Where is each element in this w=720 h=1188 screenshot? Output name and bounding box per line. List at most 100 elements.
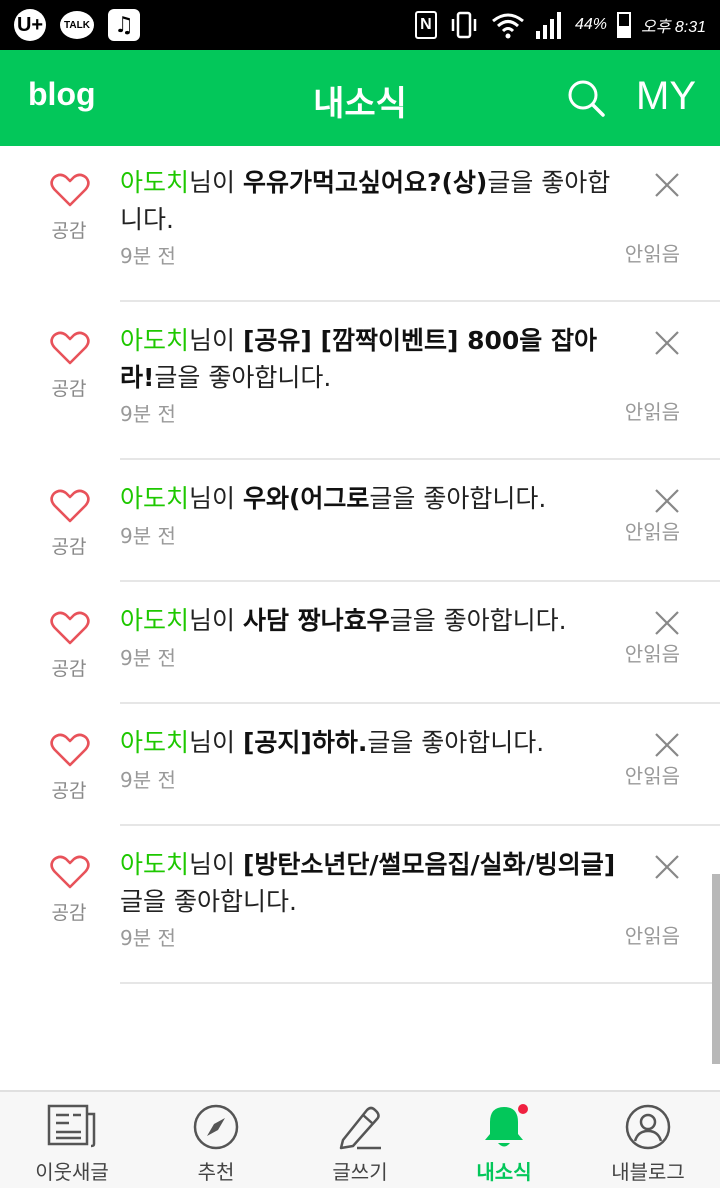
- signal-icon: [535, 12, 561, 39]
- notification-message[interactable]: 아도치님이 [방탄소년단/썰모음집/실화/빙의글] 글을 좋아합니다.: [120, 846, 620, 920]
- uplus-icon: U+: [14, 9, 46, 41]
- notification-list-content: 공감아도치님이 나의 이웃이는 소식 모아다글을 좋아합니다.9분 전안읽음공감…: [0, 146, 720, 984]
- notification-message[interactable]: 아도치님이 [공유] [깜짝이벤트] 800을 잡아라!글을 좋아합니다.: [120, 322, 620, 396]
- notification-message[interactable]: 아도치님이 우와(어그로글을 좋아합니다.: [120, 480, 620, 517]
- nfc-icon: N: [414, 11, 437, 39]
- timestamp: 9분 전: [120, 524, 176, 548]
- nickname-link[interactable]: 아도치: [120, 168, 189, 197]
- notification-item[interactable]: 공감 아도치님이 우와(어그로글을 좋아합니다. 9분 전 안읽음: [0, 460, 720, 582]
- unread-status: 안읽음: [624, 642, 680, 666]
- nav-neighbor-posts[interactable]: 이웃새글: [0, 1092, 144, 1188]
- unread-status: 안읽음: [624, 242, 680, 266]
- battery-icon: [616, 12, 631, 38]
- heart-icon[interactable]: [50, 610, 90, 646]
- notification-badge: [518, 1104, 528, 1114]
- like-label: 공감: [51, 378, 87, 400]
- pencil-icon: [339, 1106, 381, 1150]
- nickname-link[interactable]: 아도치: [120, 326, 189, 355]
- notification-message[interactable]: 아도치님이 우유가먹고싶어요?(상)글을 좋아합니다.: [120, 164, 620, 238]
- notification-message[interactable]: 아도치님이 사담 짱나효우글을 좋아합니다.: [120, 602, 620, 639]
- bottom-nav: 이웃새글 추천 글쓰기 내소식 내블로그: [0, 1090, 720, 1188]
- profile-icon: [625, 1104, 671, 1150]
- nav-write[interactable]: 글쓰기: [288, 1092, 432, 1188]
- like-label: 공감: [51, 780, 87, 802]
- status-bar: U+ TALK ♫ N 44% 오후 8:31: [0, 0, 720, 50]
- nickname-link[interactable]: 아도치: [120, 850, 189, 879]
- notification-item[interactable]: 공감 아도치님이 [방탄소년단/썰모음집/실화/빙의글] 글을 좋아합니다. 9분 전…: [0, 826, 720, 984]
- like-label: 공감: [51, 536, 87, 558]
- notification-list[interactable]: 공감아도치님이 나의 이웃이는 소식 모아다글을 좋아합니다.9분 전안읽음공감…: [0, 146, 720, 1090]
- nav-label: 내블로그: [611, 1160, 685, 1184]
- clock: 오후 8:31: [640, 19, 706, 36]
- nav-my-blog[interactable]: 내블로그: [576, 1092, 720, 1188]
- nav-label: 내소식: [476, 1160, 532, 1184]
- compass-icon: [193, 1104, 239, 1150]
- music-icon: ♫: [108, 9, 140, 41]
- message-tail: 글을 좋아합니다.: [389, 606, 567, 635]
- post-title[interactable]: 사담 짱나효우: [243, 606, 390, 635]
- post-title[interactable]: [공지]하하.: [243, 728, 367, 757]
- notification-message[interactable]: 아도치님이 [공지]하하.글을 좋아합니다.: [120, 724, 620, 761]
- nickname-link[interactable]: 아도치: [120, 728, 189, 757]
- message-tail: 글을 좋아합니다.: [154, 363, 332, 392]
- message-connector: 님이: [189, 850, 243, 879]
- message-connector: 님이: [189, 728, 243, 757]
- status-system-icons: N 44% 오후 8:31: [414, 10, 706, 40]
- battery-fill: [618, 26, 629, 36]
- news-icon: [47, 1104, 96, 1148]
- unread-status: 안읽음: [624, 520, 680, 544]
- nav-label: 글쓰기: [332, 1160, 388, 1184]
- close-icon[interactable]: [654, 732, 680, 758]
- message-tail: 글을 좋아합니다.: [369, 484, 547, 513]
- nav-notifications[interactable]: 내소식: [432, 1092, 576, 1188]
- close-icon[interactable]: [654, 854, 680, 880]
- battery-percent: 44%: [574, 16, 607, 33]
- close-icon[interactable]: [654, 610, 680, 636]
- like-label: 공감: [51, 902, 87, 924]
- message-connector: 님이: [189, 168, 243, 197]
- heart-icon[interactable]: [50, 854, 90, 890]
- like-label: 공감: [51, 220, 87, 242]
- app-header: blog 내소식 MY: [0, 50, 720, 146]
- message-tail: 글을 좋아합니다.: [367, 728, 545, 757]
- like-label: 공감: [51, 658, 87, 680]
- kakaotalk-icon: TALK: [60, 11, 94, 39]
- vibrate-icon: [447, 11, 481, 39]
- unread-status: 안읽음: [624, 924, 680, 948]
- status-app-icons: U+ TALK ♫: [14, 9, 140, 41]
- post-title[interactable]: 우와(어그로: [243, 484, 369, 513]
- nickname-link[interactable]: 아도치: [120, 484, 189, 513]
- nickname-link[interactable]: 아도치: [120, 606, 189, 635]
- close-icon[interactable]: [654, 330, 680, 356]
- timestamp: 9분 전: [120, 402, 176, 426]
- page-title: 내소식: [313, 84, 407, 124]
- message-connector: 님이: [189, 484, 243, 513]
- timestamp: 9분 전: [120, 768, 176, 792]
- post-title[interactable]: 우유가먹고싶어요?(상): [243, 168, 487, 197]
- search-icon[interactable]: [566, 78, 606, 118]
- close-icon[interactable]: [654, 488, 680, 514]
- heart-icon[interactable]: [50, 172, 90, 208]
- close-icon[interactable]: [654, 172, 680, 198]
- notification-item[interactable]: 공감 아도치님이 사담 짱나효우글을 좋아합니다. 9분 전 안읽음: [0, 582, 720, 704]
- post-title[interactable]: [방탄소년단/썰모음집/실화/빙의글]: [243, 850, 615, 879]
- divider: [120, 982, 720, 984]
- timestamp: 9분 전: [120, 244, 176, 268]
- nav-label: 추천: [197, 1160, 235, 1184]
- notification-item[interactable]: 공감 아도치님이 [공지]하하.글을 좋아합니다. 9분 전 안읽음: [0, 704, 720, 826]
- notification-item[interactable]: 공감 아도치님이 우유가먹고싶어요?(상)글을 좋아합니다. 9분 전 안읽음: [0, 146, 720, 302]
- nav-label: 이웃새글: [35, 1160, 109, 1184]
- timestamp: 9분 전: [120, 926, 176, 950]
- timestamp: 9분 전: [120, 646, 176, 670]
- scrollbar[interactable]: [712, 874, 720, 1064]
- heart-icon[interactable]: [50, 732, 90, 768]
- heart-icon[interactable]: [50, 330, 90, 366]
- nav-recommend[interactable]: 추천: [144, 1092, 288, 1188]
- heart-icon[interactable]: [50, 488, 90, 524]
- message-connector: 님이: [189, 606, 243, 635]
- my-button[interactable]: MY: [636, 74, 696, 119]
- unread-status: 안읽음: [624, 400, 680, 424]
- message-tail: 글을 좋아합니다.: [120, 887, 297, 916]
- notification-item[interactable]: 공감 아도치님이 [공유] [깜짝이벤트] 800을 잡아라!글을 좋아합니다. 9…: [0, 302, 720, 460]
- unread-status: 안읽음: [624, 764, 680, 788]
